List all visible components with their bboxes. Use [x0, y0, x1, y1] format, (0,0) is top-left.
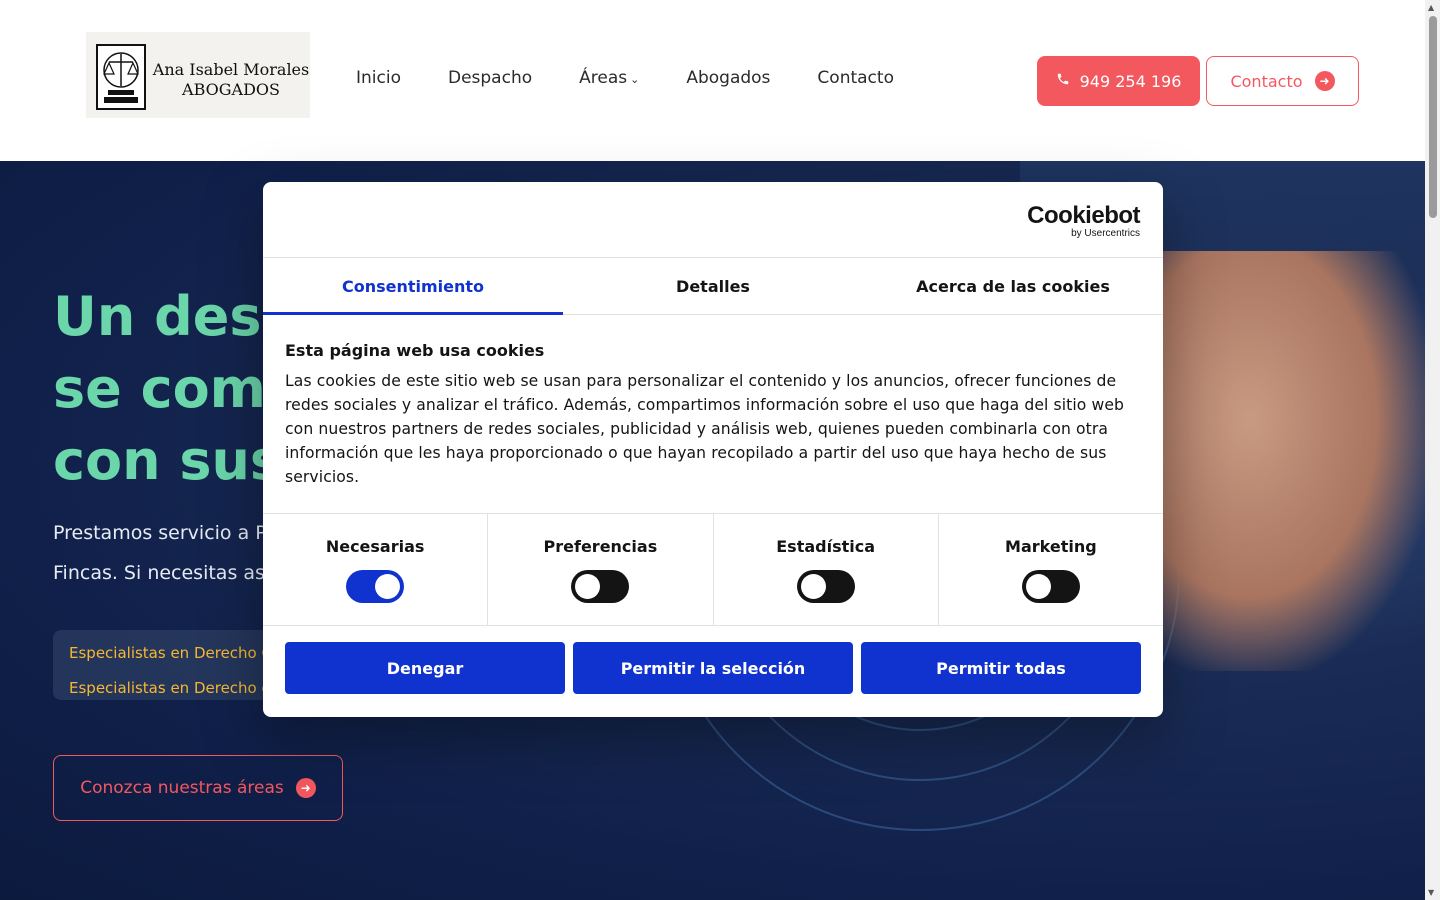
areas-button[interactable]: Conozca nuestras áreas ➜	[53, 755, 343, 821]
nav-item-inicio[interactable]: Inicio	[356, 68, 401, 88]
category-marketing: Marketing	[939, 514, 1163, 625]
tab-acerca-de-las-cookies[interactable]: Acerca de las cookies	[863, 258, 1163, 314]
chevron-down-icon: ⌄	[630, 73, 640, 86]
toggle-necesarias[interactable]	[346, 570, 405, 603]
toggle-knob	[575, 574, 601, 599]
phone-icon	[1056, 72, 1070, 90]
toggle-marketing[interactable]	[1021, 570, 1080, 603]
toggle-knob	[800, 574, 826, 599]
nav-item-despacho[interactable]: Despacho	[448, 68, 532, 88]
cookiebot-logo: Cookiebot by Usercentrics	[1027, 204, 1140, 240]
site-logo[interactable]: Ana Isabel Morales ABOGADOS	[86, 32, 310, 118]
nav-item-abogados[interactable]: Abogados	[686, 68, 770, 88]
main-nav: Inicio Despacho Áreas ⌄ Abogados Contacto	[356, 68, 941, 88]
deny-button[interactable]: Denegar	[285, 642, 565, 694]
scales-of-justice-icon	[96, 44, 146, 110]
toggle-knob	[375, 574, 401, 599]
cookie-dialog-title: Esta página web usa cookies	[285, 341, 545, 360]
toggle-knob	[1025, 574, 1051, 599]
nav-item-areas-label: Áreas	[579, 68, 628, 88]
scrollbar-thumb[interactable]	[1429, 16, 1437, 218]
areas-button-label: Conozca nuestras áreas	[80, 778, 284, 798]
cookiebot-brand-sub: by Usercentrics	[1071, 228, 1140, 239]
logo-text: Ana Isabel Morales ABOGADOS	[152, 60, 310, 100]
scroll-down-arrow-icon[interactable]: ▼	[1428, 888, 1434, 897]
tab-detalles[interactable]: Detalles	[563, 258, 863, 314]
arrow-right-circle-icon: ➜	[295, 778, 316, 798]
cookie-dialog-body: Las cookies de este sitio web se usan pa…	[285, 372, 1125, 486]
allow-all-button[interactable]: Permitir todas	[861, 642, 1141, 694]
scroll-up-arrow-icon[interactable]: ▲	[1428, 3, 1434, 12]
category-label: Estadística	[776, 537, 876, 556]
allow-selection-button[interactable]: Permitir la selección	[573, 642, 853, 694]
site-header: Ana Isabel Morales ABOGADOS Inicio Despa…	[0, 0, 1425, 161]
nav-item-areas[interactable]: Áreas ⌄	[579, 68, 639, 88]
cookie-tabs: Consentimiento Detalles Acerca de las co…	[263, 257, 1163, 315]
category-preferencias: Preferencias	[488, 514, 714, 625]
phone-button[interactable]: 949 254 196	[1037, 56, 1200, 106]
contact-button[interactable]: Contacto ➜	[1206, 56, 1359, 106]
category-estadistica: Estadística	[714, 514, 939, 625]
cookie-action-buttons: Denegar Permitir la selección Permitir t…	[285, 642, 1141, 694]
logo-line-firm: ABOGADOS	[182, 80, 280, 99]
arrow-right-circle-icon: ➜	[1314, 71, 1335, 91]
page-scrollbar[interactable]: ▲ ▼	[1425, 0, 1440, 900]
nav-item-contacto[interactable]: Contacto	[817, 68, 894, 88]
contact-button-label: Contacto	[1230, 71, 1303, 91]
cookie-categories: Necesarias Preferencias Estadística Mark…	[263, 513, 1163, 626]
toggle-preferencias[interactable]	[571, 570, 630, 603]
logo-line-name: Ana Isabel Morales	[152, 60, 310, 79]
phone-number: 949 254 196	[1079, 71, 1182, 91]
category-label: Necesarias	[325, 537, 425, 556]
category-label: Marketing	[1005, 537, 1097, 556]
cookie-consent-dialog: Cookiebot by Usercentrics Consentimiento…	[263, 182, 1163, 717]
category-necesarias: Necesarias	[263, 514, 489, 625]
category-label: Preferencias	[543, 537, 658, 556]
toggle-estadistica[interactable]	[796, 570, 855, 603]
tab-consentimiento[interactable]: Consentimiento	[263, 258, 563, 315]
hero-background-hand	[1130, 251, 1425, 671]
cookiebot-brand: Cookiebot	[1027, 202, 1140, 229]
